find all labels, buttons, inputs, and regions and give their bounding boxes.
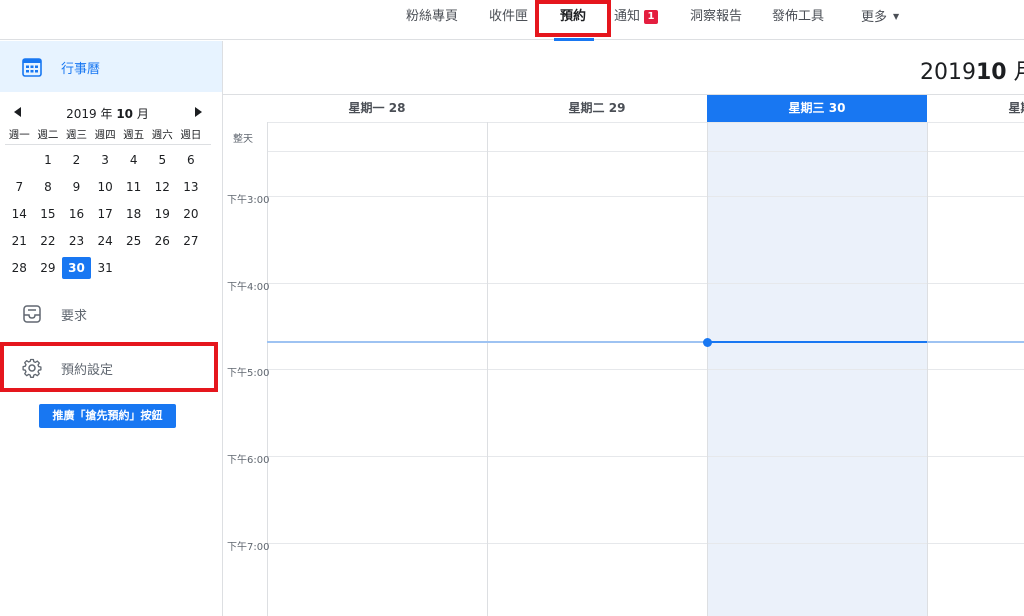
- sidebar-item-calendar[interactable]: 行事曆: [0, 41, 222, 92]
- highlight-box-appointment-settings: [0, 342, 218, 392]
- divider: [267, 151, 1024, 152]
- mini-calendar-header: 2019 年 10 月: [0, 105, 222, 121]
- mini-calendar-empty-cell: [5, 149, 34, 171]
- mini-calendar-grid: 1 2 3 4 5 6 7 8 9 10 11 12 13 14 15 16 17 18 19 20 21 22 23 24 2…: [5, 149, 211, 284]
- column-divider: [927, 122, 928, 616]
- weekday-label: 週日: [180, 129, 202, 141]
- hour-label: 下午7:00: [227, 542, 270, 553]
- column-divider: [487, 122, 488, 616]
- nav-publishing-tools[interactable]: 發佈工具: [772, 0, 824, 40]
- mini-calendar-day[interactable]: 17: [91, 203, 120, 225]
- hour-label: 下午3:00: [227, 195, 270, 206]
- highlight-box-appointments-tab: [535, 0, 611, 37]
- nav-notifications[interactable]: 通知 1: [614, 0, 659, 40]
- nav-inbox[interactable]: 收件匣: [489, 0, 528, 40]
- current-time-line-today: [707, 341, 927, 343]
- mini-calendar-day[interactable]: 16: [62, 203, 91, 225]
- mini-calendar-weekdays: 週一 週二 週三 週四 週五 週六 週日: [5, 127, 211, 145]
- current-time-dot: [703, 338, 712, 347]
- promote-booking-button[interactable]: 推廣「搶先預約」按鈕: [39, 404, 176, 428]
- mini-calendar-day[interactable]: 8: [34, 176, 63, 198]
- calendar-icon: [22, 58, 42, 77]
- mini-calendar-week: 7 8 9 10 11 12 13: [5, 176, 211, 203]
- mini-calendar-day[interactable]: 11: [119, 176, 148, 198]
- mini-calendar-day[interactable]: 13: [177, 176, 206, 198]
- mini-calendar-day[interactable]: 5: [148, 149, 177, 171]
- sidebar-item-label: 要求: [61, 309, 88, 324]
- hour-label: 下午6:00: [227, 455, 270, 466]
- notification-badge: 1: [644, 10, 659, 24]
- mini-calendar-empty-cell: [177, 257, 206, 279]
- mini-calendar-day[interactable]: 15: [34, 203, 63, 225]
- mini-calendar-week: 14 15 16 17 18 19 20: [5, 203, 211, 230]
- mini-calendar-day[interactable]: 14: [5, 203, 34, 225]
- month-title: 201910 月: [920, 60, 1024, 85]
- mini-calendar-day[interactable]: 26: [148, 230, 177, 252]
- hour-line: [267, 543, 1024, 544]
- mini-calendar-day[interactable]: 24: [91, 230, 120, 252]
- mini-calendar-day[interactable]: 7: [5, 176, 34, 198]
- hour-label: 下午4:00: [227, 282, 270, 293]
- mini-calendar-day[interactable]: 9: [62, 176, 91, 198]
- sidebar-item-requests[interactable]: 要求: [0, 293, 222, 333]
- weekday-label: 週二: [37, 129, 59, 141]
- weekday-label: 週五: [123, 129, 145, 141]
- next-month-icon[interactable]: [195, 107, 202, 117]
- mini-calendar-day[interactable]: 25: [119, 230, 148, 252]
- day-header-tuesday[interactable]: 星期二 29: [487, 95, 707, 122]
- mini-calendar-title: 2019 年 10 月: [66, 107, 149, 121]
- sidebar-item-label: 行事曆: [61, 62, 101, 77]
- hour-line: [267, 456, 1024, 457]
- week-calendar: 201910 月 星期一 28 星期二 29 星期三 30 星期四 31 整天 …: [223, 41, 1024, 616]
- mini-calendar-day[interactable]: 23: [62, 230, 91, 252]
- hour-line: [267, 369, 1024, 370]
- nav-page[interactable]: 粉絲專頁: [406, 0, 458, 40]
- mini-calendar-day[interactable]: 31: [91, 257, 120, 279]
- mini-calendar-day[interactable]: 27: [177, 230, 206, 252]
- caret-down-icon: ▼: [893, 12, 900, 21]
- mini-calendar-day[interactable]: 19: [148, 203, 177, 225]
- hour-line: [267, 196, 1024, 197]
- weekday-label: 週四: [94, 129, 116, 141]
- nav-insights[interactable]: 洞察報告: [690, 0, 742, 40]
- all-day-label: 整天: [233, 134, 253, 145]
- mini-calendar-day[interactable]: 1: [34, 149, 63, 171]
- today-column-highlight: [707, 95, 927, 616]
- weekday-label: 週六: [151, 129, 173, 141]
- column-divider: [707, 122, 708, 616]
- mini-calendar-day[interactable]: 20: [177, 203, 206, 225]
- mini-calendar-day[interactable]: 21: [5, 230, 34, 252]
- mini-calendar-day[interactable]: 10: [91, 176, 120, 198]
- sidebar: 行事曆 2019 年 10 月 週一 週二 週三 週四 週五 週六 週日 123456789…: [0, 41, 223, 616]
- day-header-wednesday-today[interactable]: 星期三 30: [707, 95, 927, 122]
- mini-calendar-day[interactable]: 2: [62, 149, 91, 171]
- inbox-tray-icon: [23, 305, 41, 323]
- hour-line: [267, 283, 1024, 284]
- divider: [267, 122, 1024, 123]
- top-navigation: 粉絲專頁 收件匣 預約 通知 1 洞察報告 發佈工具 更多 ▼: [0, 0, 1024, 41]
- mini-calendar-day[interactable]: 28: [5, 257, 34, 279]
- mini-calendar-day[interactable]: 29: [34, 257, 63, 279]
- day-header-thursday[interactable]: 星期四 31: [927, 95, 1024, 122]
- hour-label: 下午5:00: [227, 368, 270, 379]
- mini-calendar-day[interactable]: 30: [62, 257, 91, 279]
- mini-calendar-week: 123456: [5, 149, 211, 176]
- mini-calendar-day[interactable]: 3: [91, 149, 120, 171]
- mini-calendar-day[interactable]: 22: [34, 230, 63, 252]
- mini-calendar-day[interactable]: 18: [119, 203, 148, 225]
- weekday-label: 週三: [65, 129, 87, 141]
- mini-calendar-day[interactable]: 4: [119, 149, 148, 171]
- mini-calendar-empty-cell: [119, 257, 148, 279]
- mini-calendar-empty-cell: [148, 257, 177, 279]
- mini-calendar-week: 28 29 30 31: [5, 257, 211, 284]
- mini-calendar-day[interactable]: 6: [177, 149, 206, 171]
- nav-more[interactable]: 更多 ▼: [861, 0, 899, 40]
- mini-calendar-week: 21 22 23 24 25 26 27: [5, 230, 211, 257]
- day-header-monday[interactable]: 星期一 28: [267, 95, 487, 122]
- mini-calendar-day[interactable]: 12: [148, 176, 177, 198]
- weekday-label: 週一: [8, 129, 30, 141]
